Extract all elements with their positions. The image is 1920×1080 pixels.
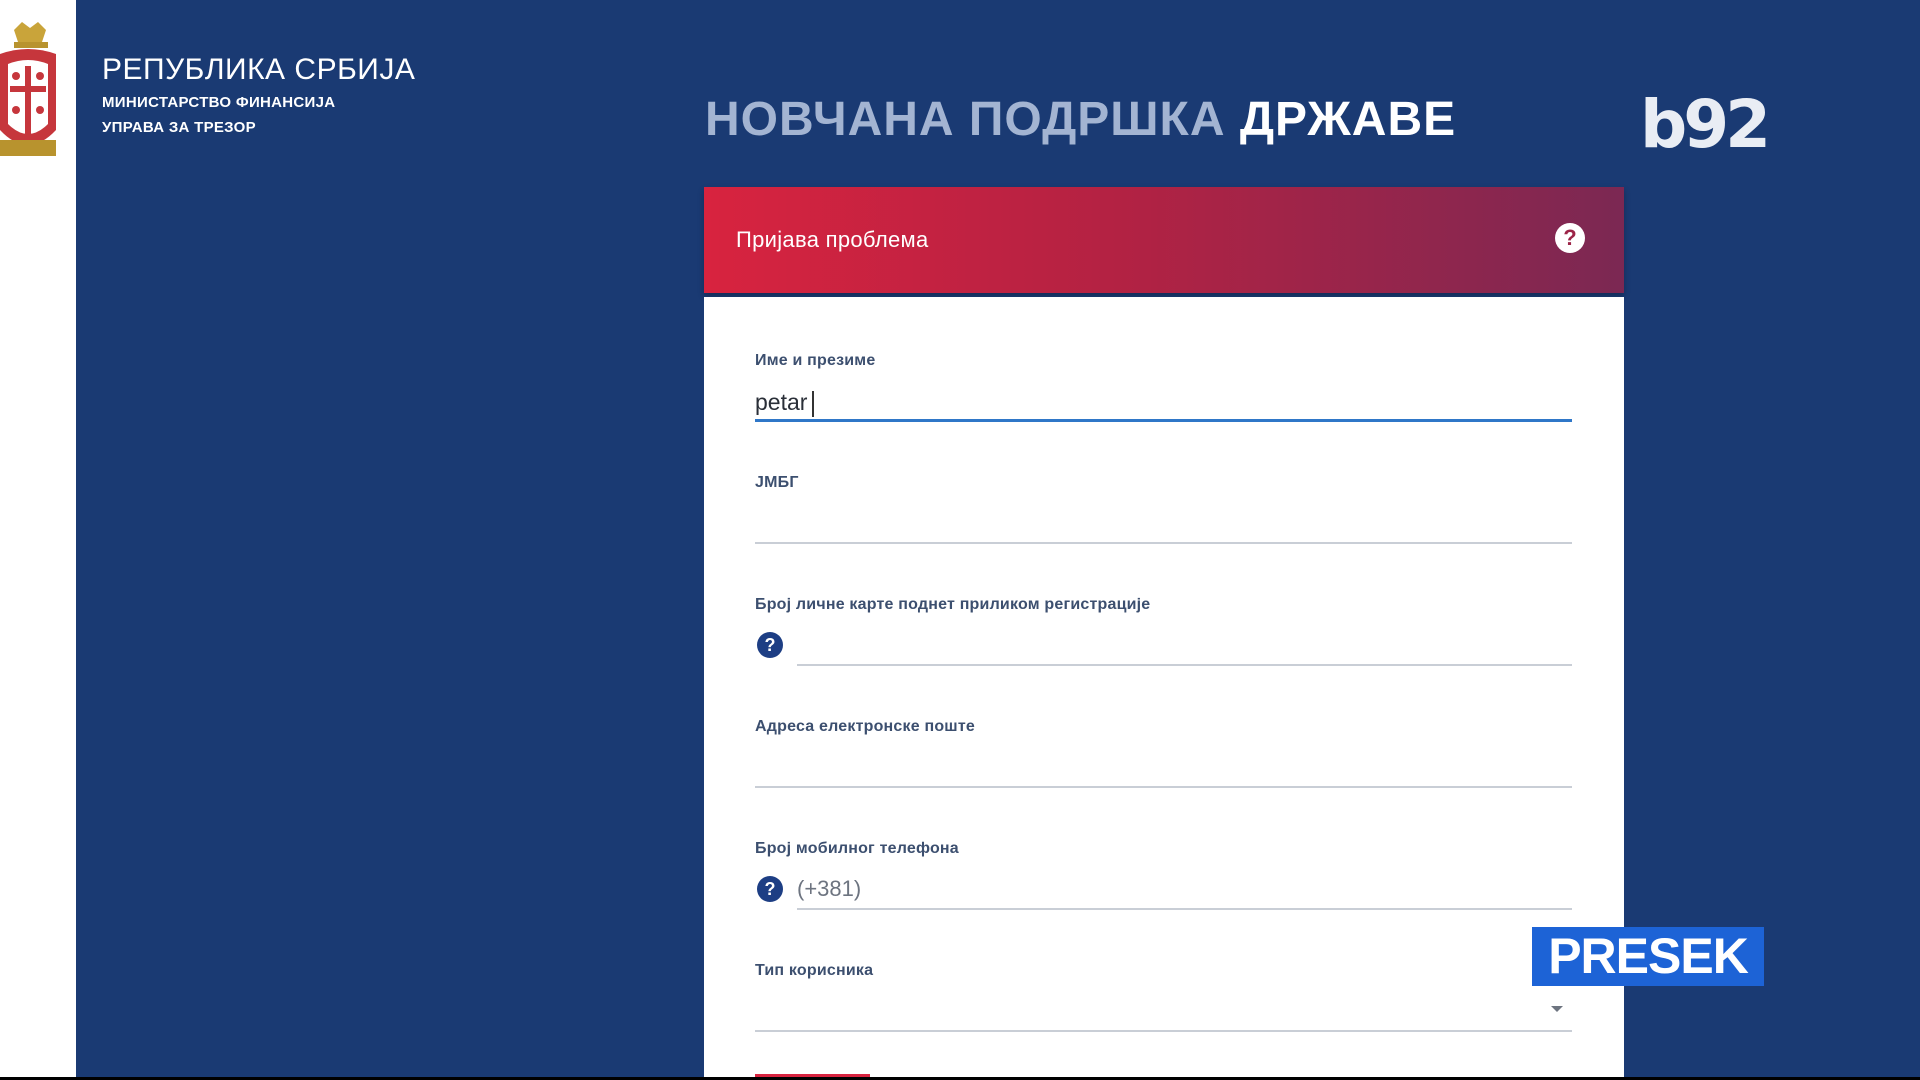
user-type-select[interactable] [755,996,1572,1026]
headline-part-b: ДРЖАВЕ [1239,93,1457,146]
form-title: Пријава проблема [736,227,929,252]
id-card-field-underline [797,664,1572,666]
form-card [704,297,1624,1077]
id-card-field[interactable] [797,630,1572,660]
id-card-field-label: Број личне карте поднет приликом регистр… [755,596,1151,613]
brand-department: УПРАВА ЗА ТРЕЗОР [102,119,256,136]
name-field-value: petar [755,389,808,415]
headline-part-a: НОВЧАНА ПОДРШКА [705,93,1226,146]
jmbg-field-label: ЈМБГ [755,474,799,491]
page-headline: НОВЧАНА ПОДРШКА ДРЖАВЕ [705,92,1456,147]
email-field-underline [755,786,1572,788]
user-type-field-label: Тип корисника [755,962,874,979]
email-field-label: Адреса електронске поште [755,718,975,735]
presek-show-badge: PRESEK [1532,927,1764,986]
help-icon[interactable]: ? [1555,223,1585,253]
email-field[interactable] [755,752,1572,782]
phone-field-label: Број мобилног телефона [755,840,959,857]
phone-field-underline [797,908,1572,910]
form-header: Пријава проблема [704,187,1624,293]
name-field[interactable]: petar [755,389,815,417]
browser-viewport: РЕПУБЛИКА СРБИЈА МИНИСТАРСТВО ФИНАНСИЈА … [0,0,1920,1077]
left-white-strip [0,0,76,1077]
brand-ministry: МИНИСТАРСТВО ФИНАНСИЈА [102,94,336,111]
b92-channel-logo: b92 [1640,86,1771,163]
brand-country: РЕПУБЛИКА СРБИЈА [102,53,416,86]
ministry-brand: РЕПУБЛИКА СРБИЈА МИНИСТАРСТВО ФИНАНСИЈА … [102,50,415,140]
jmbg-field-underline [755,542,1572,544]
jmbg-field[interactable] [755,506,1572,536]
id-card-help-icon[interactable]: ? [757,632,783,658]
phone-field[interactable]: (+381) [797,876,861,902]
serbian-coat-of-arms-icon [0,22,56,156]
phone-help-icon[interactable]: ? [757,876,783,902]
user-type-field-underline [755,1030,1572,1032]
text-caret [812,390,815,417]
chevron-down-icon[interactable] [1551,1006,1563,1012]
name-field-label: Име и презиме [755,352,876,369]
name-field-underline [755,419,1572,422]
